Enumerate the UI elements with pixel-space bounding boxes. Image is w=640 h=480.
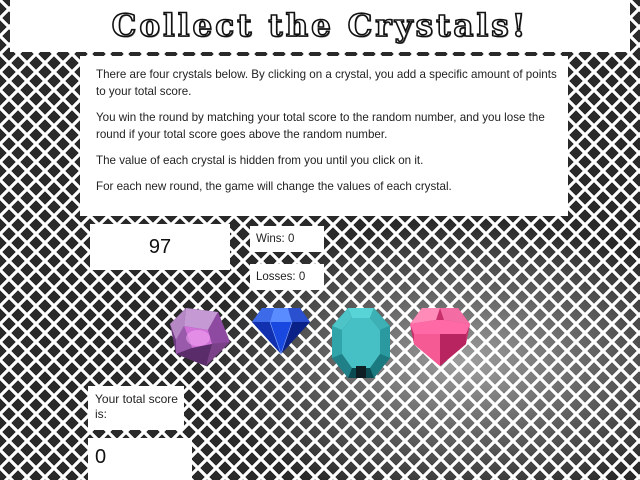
random-number: 97 — [148, 235, 172, 258]
losses-counter: Losses: 0 — [250, 264, 324, 290]
instructions-panel: There are four crystals below. By clicki… — [80, 56, 568, 216]
instruction-paragraph: The value of each crystal is hidden from… — [96, 154, 424, 167]
total-score-value: 0 — [88, 438, 192, 480]
instruction-paragraph: For each new round, the game will change… — [96, 180, 452, 193]
total-score-label: Your total score is: — [88, 386, 184, 430]
purple-crystal-button[interactable] — [166, 304, 232, 374]
pink-crystal-button[interactable] — [408, 304, 472, 372]
wins-counter: Wins: 0 — [250, 226, 324, 252]
teal-crystal-icon — [332, 308, 390, 378]
blue-crystal-icon — [252, 308, 310, 355]
random-number-box: 97 — [90, 224, 230, 270]
title-banner: Collect the Crystals! — [10, 0, 630, 52]
total-score: 0 — [95, 446, 107, 468]
teal-crystal-button[interactable] — [330, 306, 392, 384]
purple-crystal-icon — [170, 308, 230, 366]
page-title: Collect the Crystals! — [111, 7, 529, 45]
pink-crystal-icon — [410, 308, 470, 366]
instruction-paragraph: There are four crystals below. By clicki… — [96, 68, 557, 98]
blue-crystal-button[interactable] — [250, 306, 312, 360]
instruction-paragraph: You win the round by matching your total… — [96, 111, 545, 141]
